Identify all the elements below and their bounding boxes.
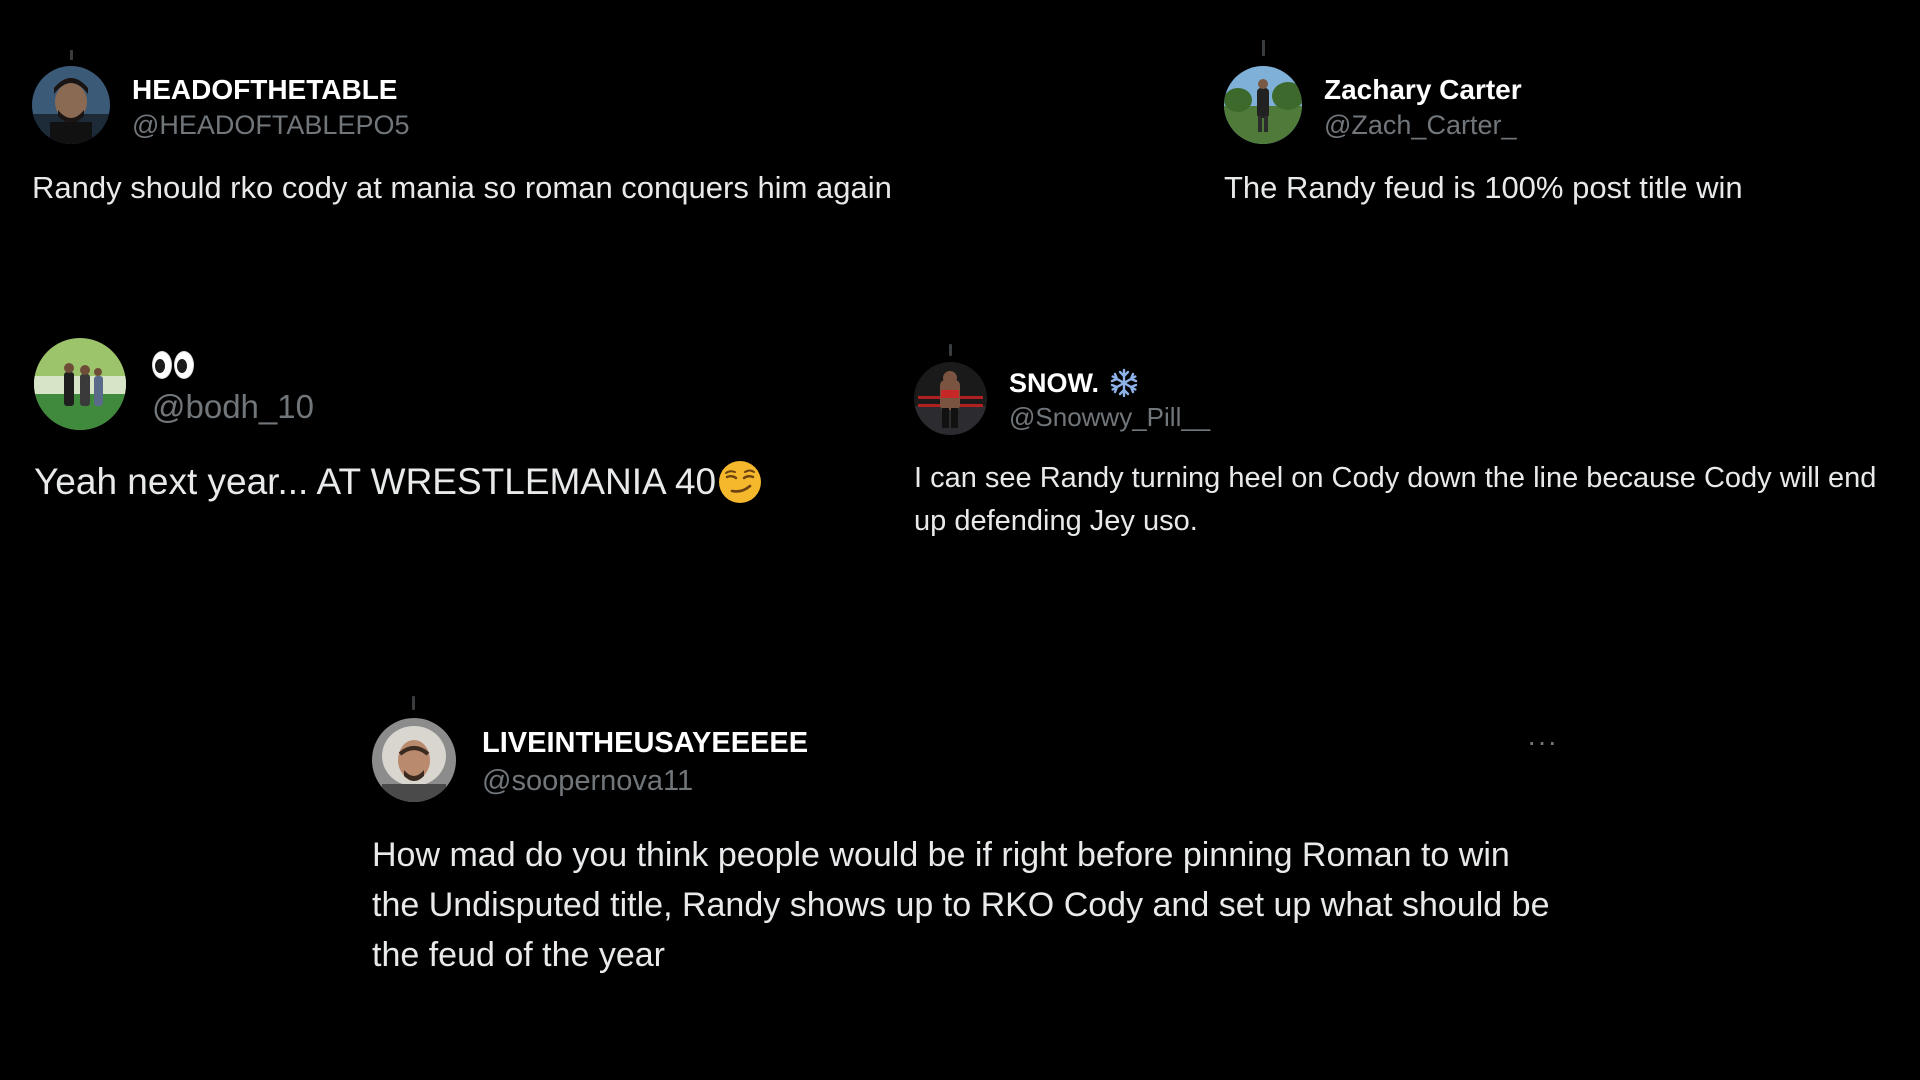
avatar-image [372,718,456,802]
thread-line [949,344,952,356]
avatar[interactable] [34,338,126,430]
avatar-image [1224,66,1302,144]
display-name[interactable]: LIVEINTHEUSAYEEEEE [482,723,808,765]
user-handle[interactable]: @bodh_10 [152,388,314,426]
user-handle[interactable]: @HEADOFTABLEPO5 [132,110,409,141]
tweet-card[interactable]: LIVEINTHEUSAYEEEEE @soopernova11 ··· How… [372,696,1572,980]
tweet-header: LIVEINTHEUSAYEEEEE @soopernova11 ··· [372,696,1572,802]
tweet-header: @bodh_10 [34,338,874,430]
display-name[interactable]: SNOW. [1009,364,1210,402]
avatar-image [32,66,110,144]
thread-line [70,50,73,60]
avatar[interactable] [914,362,987,435]
thread-line [1262,40,1265,56]
tweet-text: Yeah next year... AT WRESTLEMANIA 40 [34,461,717,502]
display-name[interactable]: Zachary Carter [1324,70,1522,110]
tweet-header: Zachary Carter @Zach_Carter_ [1224,40,1884,144]
tweet-card[interactable]: SNOW. @Snowwy_Pill__ I can see Randy tur… [914,344,1904,543]
tweet-text-row: Yeah next year... AT WRESTLEMANIA 40 [34,460,874,504]
avatar[interactable] [32,66,110,144]
display-name-text: SNOW. [1009,367,1100,398]
tweet-text: The Randy feud is 100% post title win [1224,170,1743,205]
tweet-card[interactable]: Zachary Carter @Zach_Carter_ The Randy f… [1224,40,1884,206]
avatar[interactable] [372,718,456,802]
smirking-face-emoji-icon [719,461,762,503]
user-handle[interactable]: @soopernova11 [482,765,808,798]
display-name[interactable]: HEADOFTHETABLE [132,70,409,110]
tweet-header: HEADOFTHETABLE @HEADOFTABLEPO5 [32,50,1182,144]
tweet-card[interactable]: @bodh_10 Yeah next year... AT WRESTLEMAN… [34,338,874,504]
tweet-header: SNOW. @Snowwy_Pill__ [914,344,1904,435]
more-options-icon[interactable]: ··· [1527,726,1558,758]
avatar[interactable] [1224,66,1302,144]
tweet-text: I can see Randy turning heel on Cody dow… [914,462,1877,537]
tweet-text: Randy should rko cody at mania so roman … [32,170,892,205]
user-handle[interactable]: @Snowwy_Pill__ [1009,402,1210,433]
user-handle[interactable]: @Zach_Carter_ [1324,110,1522,141]
eyes-emoji-icon [152,351,194,379]
display-name[interactable] [152,342,314,388]
avatar-image [34,338,126,430]
avatar-image [914,362,987,435]
tweet-text: How mad do you think people would be if … [372,836,1550,974]
tweet-collage: HEADOFTHETABLE @HEADOFTABLEPO5 Randy sho… [0,0,1920,1080]
tweet-card[interactable]: HEADOFTHETABLE @HEADOFTABLEPO5 Randy sho… [32,50,1182,206]
snowflake-emoji-icon [1110,368,1138,398]
